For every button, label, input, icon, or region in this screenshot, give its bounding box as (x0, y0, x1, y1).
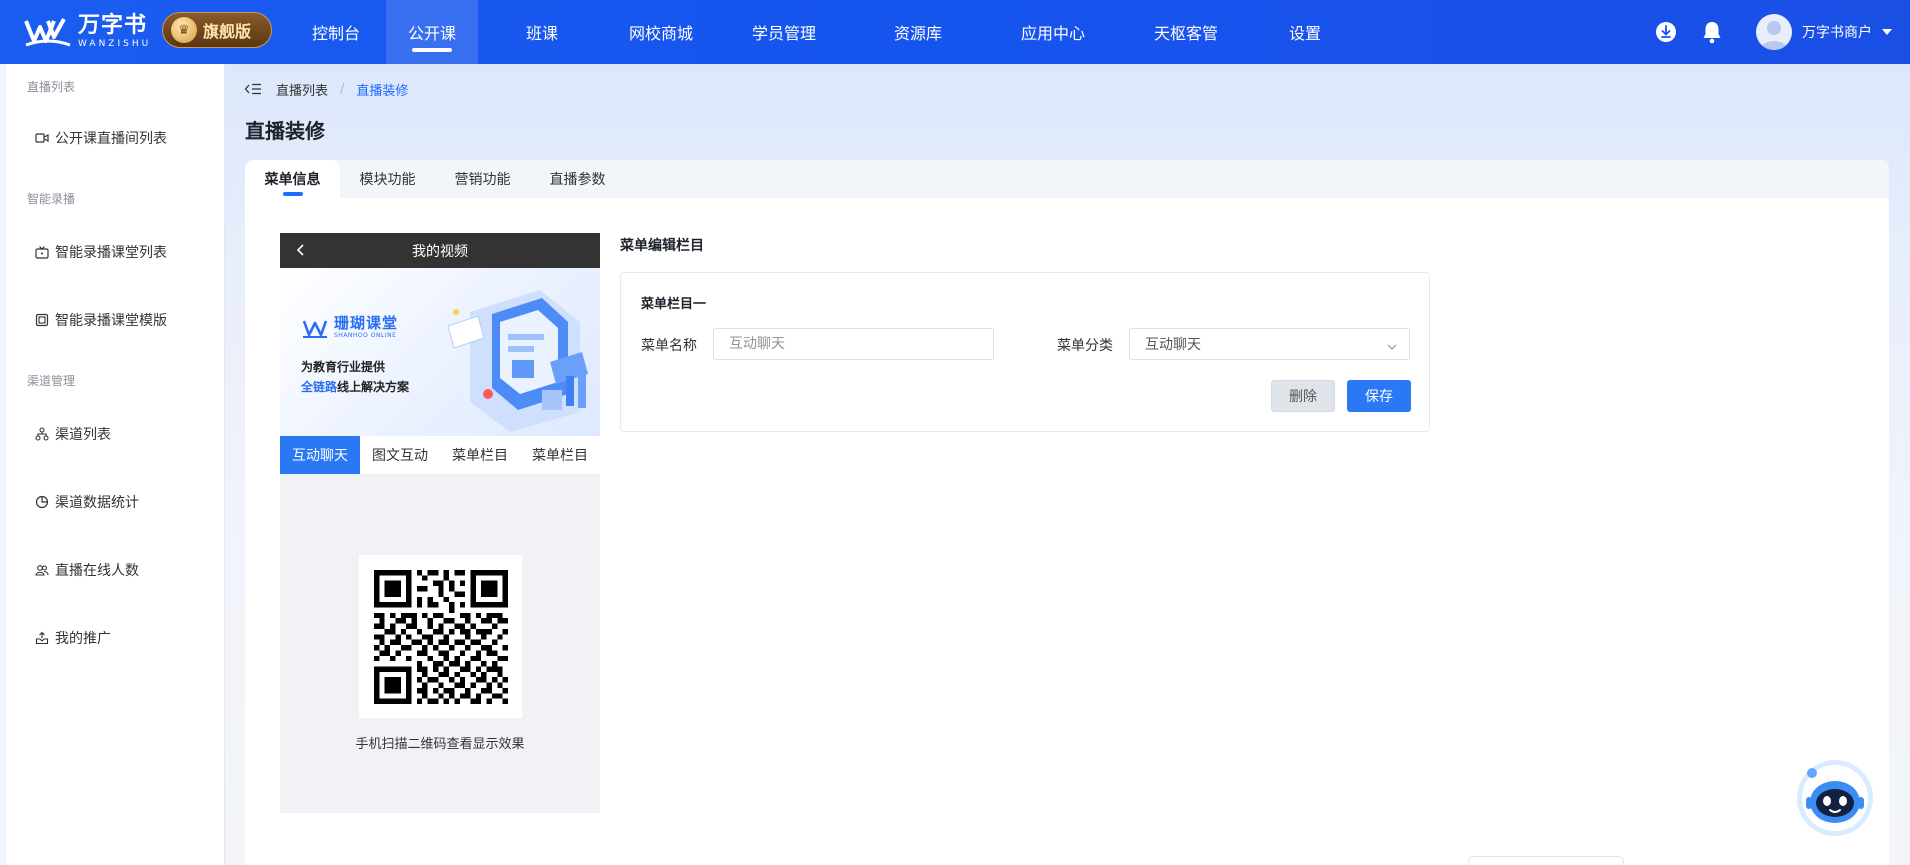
download-icon[interactable] (1654, 20, 1678, 44)
pie-chart-icon (35, 495, 49, 509)
bell-icon[interactable] (1700, 20, 1724, 44)
preview-banner: 珊瑚课堂 SHANHOO ONLINE 为教育行业提供 全链路线上解决方案 (280, 268, 600, 436)
sidebar-item-label: 渠道列表 (55, 427, 111, 443)
nav-settings[interactable]: 设置 (1250, 0, 1360, 64)
tab-bar: 菜单信息 模块功能 营销功能 直播参数 (245, 160, 1889, 198)
user-name[interactable]: 万字书商户 (1802, 22, 1872, 42)
banner-brand: 珊瑚课堂 SHANHOO ONLINE (302, 316, 398, 339)
tab-live-params[interactable]: 直播参数 (530, 160, 625, 198)
save-button[interactable]: 保存 (1347, 380, 1411, 412)
banner-slogan-highlight: 全链路 (301, 380, 338, 394)
menu-name-label: 菜单名称 (641, 338, 697, 354)
sidebar-group-smart-recording: 智能录播 (27, 192, 76, 206)
ai-assistant-robot-icon[interactable] (1796, 759, 1874, 837)
preview-tab-image-text[interactable]: 图文互动 (360, 436, 440, 474)
sidebar: 直播列表 公开课直播间列表 智能录播 智能录播课堂列表 智能录播课堂模版 渠道管… (6, 64, 225, 865)
brand-logo-icon (24, 15, 72, 49)
content-card: 菜单信息 模块功能 营销功能 直播参数 我的视频 珊瑚课堂 SHANHOO ON… (245, 160, 1889, 865)
menu-item-editor: 菜单栏目一 菜单名称 菜单分类 互动聊天 删除 保存 (620, 272, 1430, 432)
nav-open-course[interactable]: 公开课 (386, 0, 478, 64)
nav-dashboard[interactable]: 控制台 (286, 0, 386, 64)
sidebar-item-online-viewers[interactable]: 直播在线人数 (35, 560, 139, 580)
banner-brand-name-en: SHANHOO ONLINE (334, 332, 397, 339)
sidebar-item-smart-recording-template[interactable]: 智能录播课堂模版 (35, 310, 167, 330)
menu-name-input[interactable] (713, 328, 994, 360)
tv-icon (35, 245, 49, 259)
sidebar-group-live-list: 直播列表 (27, 80, 76, 94)
edition-badge[interactable]: ♛ 旗舰版 (162, 12, 272, 48)
template-icon (35, 313, 49, 327)
chevron-down-icon (1387, 340, 1397, 350)
nav-customer-management[interactable]: 天枢客管 (1122, 0, 1250, 64)
sidebar-item-label: 公开课直播间列表 (55, 131, 167, 147)
tab-marketing-features[interactable]: 营销功能 (435, 160, 530, 198)
banner-slogan-rest: 线上解决方案 (337, 380, 410, 394)
preview-tab-menu-1[interactable]: 菜单栏目 (440, 436, 520, 474)
user-avatar[interactable] (1756, 14, 1792, 50)
editor-section-title: 菜单编辑栏目 (620, 238, 704, 254)
sidebar-item-my-promotion[interactable]: 我的推广 (35, 628, 111, 648)
brand-logo[interactable]: 万字书 WANZISHU (24, 12, 151, 52)
banner-brand-icon (302, 320, 328, 338)
delete-button[interactable]: 删除 (1271, 380, 1335, 412)
preview-tab-chat[interactable]: 互动聊天 (280, 436, 360, 474)
page-title: 直播装修 (245, 119, 325, 143)
nav-app-center[interactable]: 应用中心 (984, 0, 1122, 64)
edition-label: 旗舰版 (203, 22, 252, 41)
preview-tabs: 互动聊天 图文互动 菜单栏目 菜单栏目 (280, 436, 600, 474)
qr-code-icon (373, 569, 508, 704)
sidebar-group-channel-management: 渠道管理 (27, 374, 76, 388)
qr-hint-text: 手机扫描二维码查看显示效果 (355, 737, 525, 752)
breadcrumb-current: 直播装修 (356, 83, 409, 99)
users-icon (35, 563, 49, 577)
collapse-menu-icon[interactable] (244, 82, 262, 96)
nav-student-management[interactable]: 学员管理 (716, 0, 852, 64)
top-navigation-bar: 万字书 WANZISHU ♛ 旗舰版 控制台 公开课 班课 网校商城 学员管理 … (0, 0, 1910, 64)
brand-name: 万字书 (78, 13, 148, 38)
nav-resource-library[interactable]: 资源库 (852, 0, 984, 64)
sidebar-item-label: 智能录播课堂模版 (55, 313, 167, 329)
sidebar-item-label: 智能录播课堂列表 (55, 245, 167, 261)
sidebar-item-label: 我的推广 (55, 631, 111, 647)
breadcrumb-live-list[interactable]: 直播列表 (276, 80, 328, 99)
preview-qr-code (359, 555, 522, 718)
menu-category-value: 互动聊天 (1145, 337, 1201, 353)
sidebar-item-channel-list[interactable]: 渠道列表 (35, 424, 111, 444)
sidebar-item-open-live-rooms[interactable]: 公开课直播间列表 (35, 128, 167, 148)
preview-header-title: 我的视频 (412, 243, 468, 260)
video-camera-icon (35, 131, 49, 145)
nav-school-mall[interactable]: 网校商城 (606, 0, 716, 64)
sidebar-item-smart-recording-list[interactable]: 智能录播课堂列表 (35, 242, 167, 262)
promotion-icon (35, 631, 49, 645)
network-icon (35, 427, 49, 441)
banner-illustration (447, 290, 588, 432)
menu-item-title: 菜单栏目一 (641, 297, 707, 312)
chevron-down-icon[interactable] (1882, 29, 1892, 35)
preview-header: 我的视频 (280, 233, 600, 268)
sidebar-item-label: 直播在线人数 (55, 563, 139, 579)
mobile-preview: 我的视频 珊瑚课堂 SHANHOO ONLINE 为教育行业提供 全链路线上解决… (280, 233, 600, 813)
banner-brand-name: 珊瑚课堂 (334, 314, 399, 332)
menu-category-select[interactable]: 互动聊天 (1129, 328, 1410, 360)
sidebar-item-label: 渠道数据统计 (55, 495, 139, 511)
tab-menu-info[interactable]: 菜单信息 (245, 160, 340, 198)
breadcrumb-separator: / (340, 81, 345, 97)
bottom-floating-panel[interactable] (1468, 856, 1624, 865)
crown-icon: ♛ (171, 17, 197, 43)
preview-tab-menu-2[interactable]: 菜单栏目 (520, 436, 600, 474)
tab-module-features[interactable]: 模块功能 (340, 160, 435, 198)
banner-slogan-line1: 为教育行业提供 (301, 360, 386, 374)
banner-slogan-line2: 全链路线上解决方案 (301, 378, 409, 395)
breadcrumb: 直播列表 / 直播装修 (244, 80, 409, 99)
sidebar-item-channel-stats[interactable]: 渠道数据统计 (35, 492, 139, 512)
menu-category-label: 菜单分类 (1057, 338, 1113, 354)
back-arrow-icon[interactable] (294, 243, 308, 257)
brand-name-en: WANZISHU (78, 39, 152, 49)
main-nav: 控制台 公开课 班课 网校商城 学员管理 资源库 应用中心 天枢客管 设置 (286, 0, 1360, 64)
nav-class[interactable]: 班课 (478, 0, 606, 64)
